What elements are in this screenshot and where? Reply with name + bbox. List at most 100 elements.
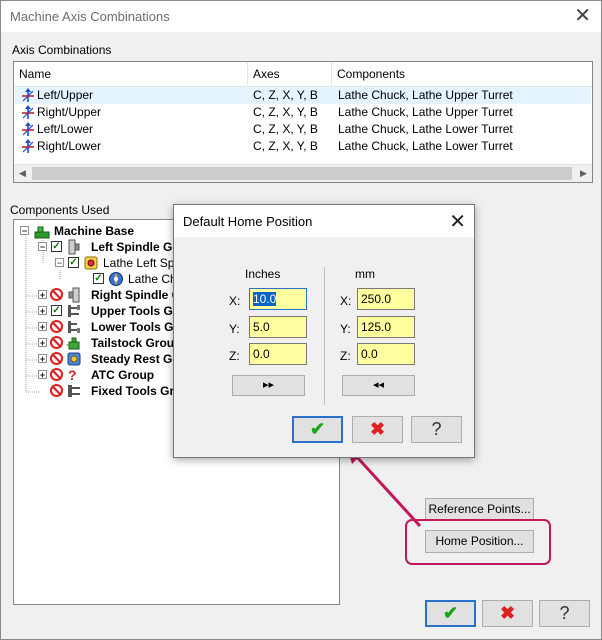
inches-label: Inches xyxy=(245,267,281,281)
inches-x-input[interactable]: 10.0 xyxy=(249,288,307,310)
tree-node-label: Fixed Tools Gro xyxy=(91,384,182,398)
y-label: Y: xyxy=(229,322,240,336)
column-header-components[interactable]: Components xyxy=(332,62,592,86)
row-axes: C, Z, X, Y, B xyxy=(253,139,318,153)
list-item[interactable]: Right/Upper C, Z, X, Y, B Lathe Chuck, L… xyxy=(15,104,591,121)
inches-y-value: 5.0 xyxy=(253,320,270,334)
tools-group-icon xyxy=(68,321,80,333)
cancel-button[interactable]: ✖ xyxy=(482,600,533,627)
checkbox-checked-icon[interactable]: ✓ xyxy=(51,305,62,316)
inches-x-value: 10.0 xyxy=(253,292,277,306)
machine-base-icon xyxy=(34,226,50,239)
collapse-icon[interactable]: − xyxy=(55,258,64,268)
collapse-icon[interactable]: − xyxy=(20,226,29,236)
axis-combinations-label: Axis Combinations xyxy=(12,43,112,57)
convert-to-inches-button[interactable]: ◂◂ xyxy=(342,375,415,396)
units-divider xyxy=(324,267,325,405)
dialog-cancel-button[interactable]: ✖ xyxy=(352,416,403,443)
expand-icon[interactable]: + xyxy=(38,338,47,348)
row-name: Left/Upper xyxy=(37,88,94,102)
dialog-ok-button[interactable]: ✔ xyxy=(292,416,343,443)
axis-combinations-list[interactable]: Name Axes Components Left/Upper C, Z, X,… xyxy=(13,61,593,183)
tree-node-label: Lower Tools Gr xyxy=(91,320,179,334)
tailstock-icon xyxy=(66,337,80,350)
mm-x-label: X: xyxy=(340,294,352,308)
axis-icon xyxy=(22,105,34,119)
disabled-icon[interactable] xyxy=(50,352,63,365)
reference-points-button[interactable]: Reference Points... xyxy=(425,498,534,521)
inches-z-input[interactable]: 0.0 xyxy=(249,343,307,365)
tree-node-label: Tailstock Group xyxy=(91,336,182,350)
list-item[interactable]: Right/Lower C, Z, X, Y, B Lathe Chuck, L… xyxy=(15,138,591,155)
row-name: Left/Lower xyxy=(37,122,94,136)
dialog-title: Default Home Position xyxy=(183,214,313,229)
horizontal-scrollbar[interactable]: ◀ ▶ xyxy=(14,164,592,182)
row-name: Right/Upper xyxy=(37,105,102,119)
inches-y-input[interactable]: 5.0 xyxy=(249,316,307,338)
column-header-axes[interactable]: Axes xyxy=(248,62,332,86)
default-home-position-dialog: Default Home Position ✕ Inches mm X: Y: … xyxy=(173,204,475,458)
checkbox-checked-icon[interactable]: ✓ xyxy=(68,257,79,268)
disabled-icon[interactable] xyxy=(50,288,63,301)
mm-label: mm xyxy=(355,267,375,281)
disabled-icon[interactable] xyxy=(50,368,63,381)
close-icon[interactable]: ✕ xyxy=(574,4,591,28)
tools-group-icon xyxy=(68,305,80,317)
checkbox-checked-icon[interactable]: ✓ xyxy=(93,273,104,284)
list-header: Name Axes Components xyxy=(14,62,592,87)
components-used-label: Components Used xyxy=(10,203,110,217)
expand-icon[interactable]: + xyxy=(38,354,47,364)
checkbox-checked-icon[interactable]: ✓ xyxy=(51,241,62,252)
tree-node-label: ATC Group xyxy=(91,368,155,382)
scroll-thumb[interactable] xyxy=(32,167,572,180)
row-components: Lathe Chuck, Lathe Lower Turret xyxy=(338,139,513,153)
lathe-spindle-icon xyxy=(84,256,98,270)
row-components: Lathe Chuck, Lathe Upper Turret xyxy=(338,105,513,119)
axis-icon xyxy=(22,88,34,102)
mm-x-value: 250.0 xyxy=(361,292,392,306)
mm-y-value: 125.0 xyxy=(361,320,392,334)
scroll-left-icon[interactable]: ◀ xyxy=(14,165,31,182)
row-components: Lathe Chuck, Lathe Upper Turret xyxy=(338,88,513,102)
expand-icon[interactable]: + xyxy=(38,290,47,300)
help-button[interactable]: ? xyxy=(539,600,590,627)
mm-y-label: Y: xyxy=(340,322,351,336)
z-label: Z: xyxy=(229,349,240,363)
expand-icon[interactable]: + xyxy=(38,370,47,380)
question-icon: ? xyxy=(68,367,77,383)
mm-z-label: Z: xyxy=(340,349,351,363)
fast-forward-icon: ▸▸ xyxy=(262,379,275,391)
dialog-help-button[interactable]: ? xyxy=(411,416,462,443)
expand-icon[interactable]: + xyxy=(38,306,47,316)
column-header-name[interactable]: Name xyxy=(14,62,248,86)
lathe-chuck-icon xyxy=(109,272,123,286)
ok-button[interactable]: ✔ xyxy=(425,600,476,627)
spindle-group-icon xyxy=(68,287,80,303)
row-axes: C, Z, X, Y, B xyxy=(253,105,318,119)
collapse-icon[interactable]: − xyxy=(38,242,47,252)
mm-z-input[interactable]: 0.0 xyxy=(357,343,415,365)
axis-icon xyxy=(22,122,34,136)
mm-x-input[interactable]: 250.0 xyxy=(357,288,415,310)
close-icon[interactable]: ✕ xyxy=(449,209,466,234)
disabled-icon[interactable] xyxy=(50,320,63,333)
list-item[interactable]: Left/Upper C, Z, X, Y, B Lathe Chuck, La… xyxy=(15,87,591,104)
row-name: Right/Lower xyxy=(37,139,102,153)
scroll-right-icon[interactable]: ▶ xyxy=(575,165,592,182)
row-axes: C, Z, X, Y, B xyxy=(253,88,318,102)
tree-node-label: Steady Rest Gr xyxy=(91,352,178,366)
tree-node-label: Machine Base xyxy=(54,224,135,238)
expand-icon[interactable]: + xyxy=(38,322,47,332)
mm-z-value: 0.0 xyxy=(361,347,378,361)
tree-node-label: Right Spindle G xyxy=(91,288,181,302)
list-item[interactable]: Left/Lower C, Z, X, Y, B Lathe Chuck, La… xyxy=(15,121,591,138)
steady-rest-icon xyxy=(67,352,81,366)
disabled-icon[interactable] xyxy=(50,336,63,349)
disabled-icon[interactable] xyxy=(50,384,63,397)
mm-y-input[interactable]: 125.0 xyxy=(357,316,415,338)
convert-to-mm-button[interactable]: ▸▸ xyxy=(232,375,305,396)
tree-node-label: Lathe Left Sp xyxy=(103,256,175,270)
row-axes: C, Z, X, Y, B xyxy=(253,122,318,136)
tree-node-label: Upper Tools Gr xyxy=(91,304,178,318)
tree-node-label: Left Spindle Gr xyxy=(91,240,178,254)
